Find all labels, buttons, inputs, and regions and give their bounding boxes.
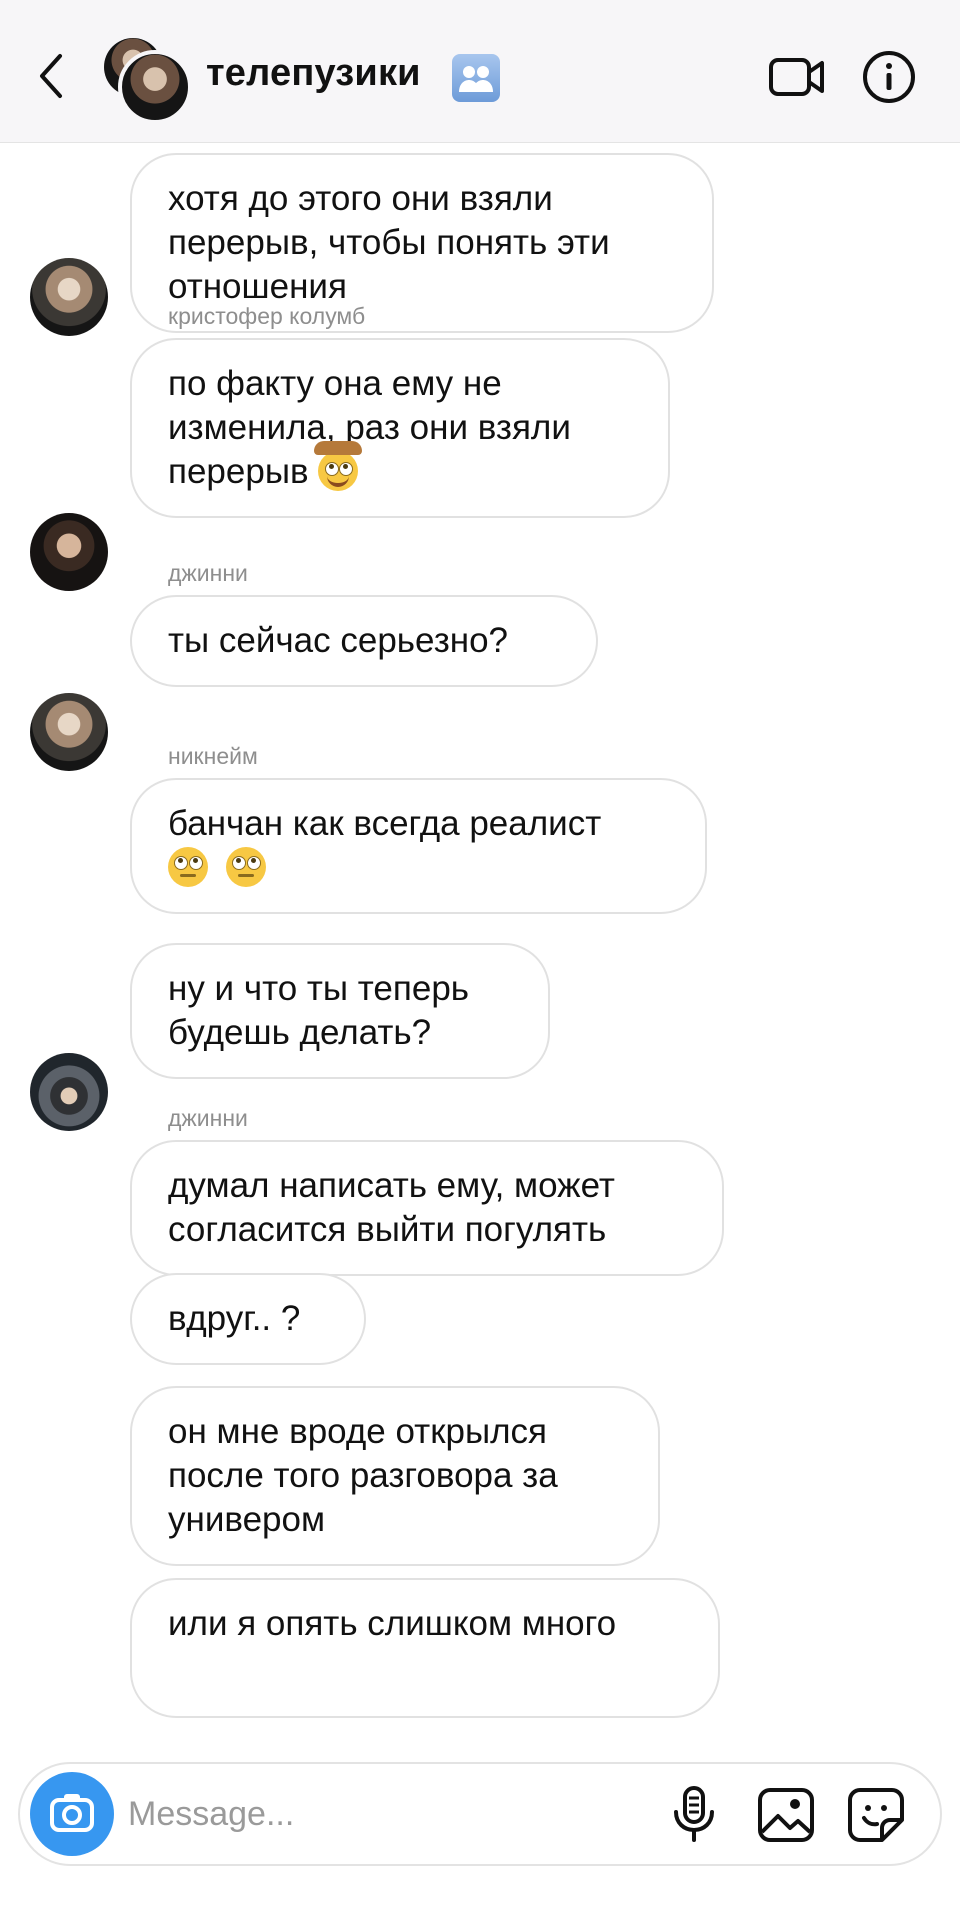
message-bubble[interactable]: вдруг.. ? <box>130 1273 366 1365</box>
info-button[interactable] <box>862 50 916 104</box>
message-bubble[interactable]: думал написать ему, может согласится вый… <box>130 1140 724 1276</box>
sticker-button[interactable] <box>846 1786 906 1844</box>
avatar[interactable] <box>30 693 108 771</box>
camera-icon <box>50 1794 94 1832</box>
message-bubble[interactable]: ну и что ты теперь будешь делать? <box>130 943 550 1079</box>
video-call-button[interactable] <box>768 52 826 102</box>
gallery-button[interactable] <box>756 1786 816 1844</box>
message-bubble[interactable]: или я опять слишком много <box>130 1578 720 1718</box>
group-avatar[interactable] <box>104 38 192 124</box>
message-list[interactable]: хотя до этого они взяли перерыв, чтобы п… <box>0 143 960 1743</box>
cowboy-face-emoji <box>314 441 363 491</box>
sender-name: джинни <box>168 560 248 586</box>
message-input[interactable] <box>126 1788 650 1840</box>
chat-header: телепузики <box>0 0 960 143</box>
message-bubble[interactable]: банчан как всегда реалист <box>130 778 707 914</box>
info-icon <box>863 51 915 103</box>
eye-roll-emoji <box>168 847 208 887</box>
message-bubble[interactable]: он мне вроде открылся после того разгово… <box>130 1386 660 1566</box>
message-text: по факту она ему не изменила, раз они вз… <box>168 364 571 491</box>
sticker-icon <box>848 1788 904 1842</box>
avatar <box>118 50 192 124</box>
sender-name: джинни <box>168 1105 248 1131</box>
gallery-icon <box>758 1788 814 1842</box>
microphone-icon <box>674 1786 714 1842</box>
avatar[interactable] <box>30 258 108 336</box>
message-bubble[interactable]: по факту она ему не изменила, раз они вз… <box>130 338 670 518</box>
message-bubble[interactable]: ты сейчас серьезно? <box>130 595 598 687</box>
sender-name: кристофер колумб <box>168 303 366 329</box>
chat-title[interactable]: телепузики <box>206 52 421 95</box>
camera-button[interactable] <box>30 1772 114 1856</box>
chevron-left-icon <box>40 54 62 98</box>
message-text: банчан как всегда реалист <box>168 804 602 843</box>
back-button[interactable] <box>30 46 74 106</box>
sender-name: никнейм <box>168 743 258 769</box>
avatar[interactable] <box>30 513 108 591</box>
video-camera-icon <box>769 58 824 96</box>
group-emoji-icon <box>452 54 500 102</box>
voice-message-button[interactable] <box>668 1784 720 1844</box>
avatar[interactable] <box>30 1053 108 1131</box>
eye-roll-emoji <box>225 847 266 887</box>
message-composer <box>18 1762 942 1866</box>
